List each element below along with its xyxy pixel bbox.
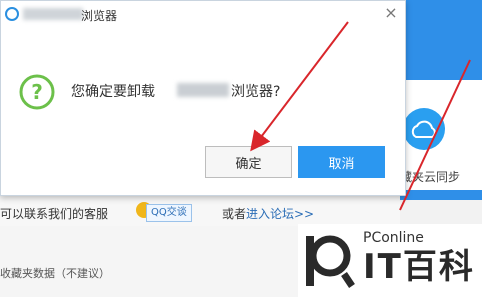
cancel-button[interactable]: 取消: [298, 146, 385, 178]
watermark-brand: IT百科: [363, 247, 475, 287]
qq-chat-button[interactable]: QQ交谈: [146, 204, 192, 222]
forum-link[interactable]: 进入论坛>>: [246, 205, 314, 222]
message-prefix: 您确定要卸载: [71, 84, 155, 100]
pconline-logo-icon: [306, 235, 355, 288]
message-blurred-name: [177, 83, 229, 97]
contact-text: 可以联系我们的客服: [0, 207, 109, 221]
question-icon: ?: [19, 74, 55, 110]
favorites-text: 收藏夹数据（不建议）: [0, 267, 110, 280]
title-blurred-name: [23, 8, 83, 20]
sync-label[interactable]: 藏夹云同步: [400, 168, 460, 185]
svg-text:?: ?: [31, 80, 43, 104]
close-icon[interactable]: ×: [381, 1, 401, 23]
watermark-pconline: PConline: [363, 230, 424, 246]
ie-icon: [5, 7, 19, 21]
confirm-button[interactable]: 确定: [205, 146, 292, 178]
message-suffix: 浏览器?: [231, 84, 281, 100]
cloud-sync-icon[interactable]: [403, 108, 445, 150]
uninstall-dialog: 浏览器 × ? 您确定要卸载 浏览器? 确定 取消: [0, 0, 406, 196]
dialog-title: 浏览器: [81, 9, 118, 23]
or-text: 或者: [222, 207, 247, 221]
